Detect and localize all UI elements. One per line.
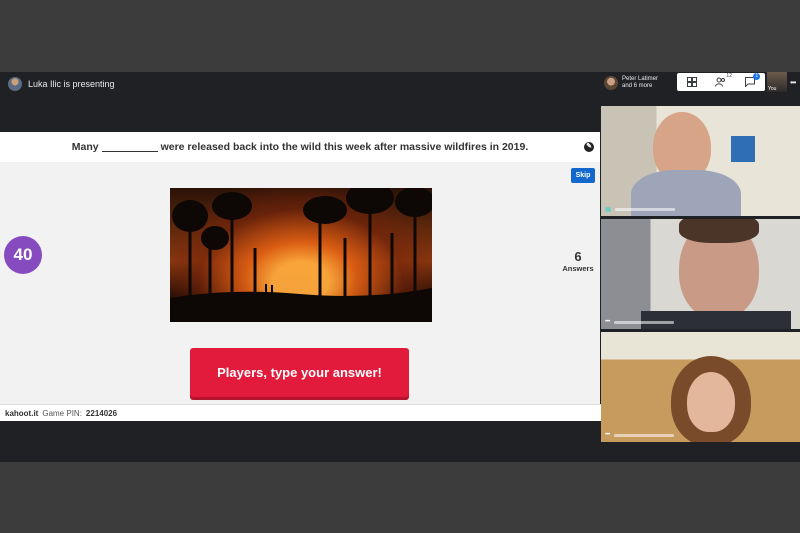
participants-summary[interactable]: Peter Latimer and 6 more	[604, 73, 676, 93]
participant-video-tile[interactable]: •••	[601, 219, 800, 329]
tile-mic-indicator: •••	[605, 319, 674, 325]
question-type-icon: ✎	[584, 142, 594, 152]
question-text-end: were released back into the wild this we…	[160, 141, 529, 153]
meeting-toolbar: 12 1	[677, 73, 765, 91]
grid-icon	[686, 77, 697, 87]
self-label: You	[768, 86, 777, 92]
presenter-indicator: Luka Ilic is presenting	[8, 74, 115, 94]
participant-count: 12	[726, 73, 732, 79]
answers-label: Answers	[562, 264, 594, 273]
presenter-text: Luka Ilic is presenting	[28, 79, 115, 89]
chat-badge: 1	[753, 73, 761, 80]
question-bar: Many were released back into the wild th…	[0, 132, 600, 162]
participant-hair	[679, 219, 759, 243]
participants-summary-name: Peter Latimer	[622, 76, 659, 82]
skip-button[interactable]: Skip	[571, 168, 595, 183]
meet-window: Luka Ilic is presenting Peter Latimer an…	[0, 72, 800, 462]
kahoot-brand: kahoot.it	[5, 408, 39, 418]
tile-mic-indicator: ▮▮	[605, 206, 675, 213]
question-image-wildfire	[170, 188, 432, 322]
presenter-avatar	[8, 77, 22, 91]
type-answer-prompt: Players, type your answer!	[190, 348, 409, 397]
question-text-start: Many	[71, 141, 99, 153]
participant-figure	[687, 372, 735, 432]
participant-video-tile[interactable]: ▮▮	[601, 106, 800, 216]
participant-avatar	[604, 76, 618, 90]
game-pin-label: Game PIN:	[42, 408, 82, 418]
question-blank	[101, 142, 158, 152]
answers-counter: 6 Answers	[556, 250, 600, 274]
shared-screen: Many were released back into the wild th…	[0, 132, 605, 421]
more-options-icon[interactable]: •••	[790, 78, 796, 87]
layout-button[interactable]	[686, 76, 698, 88]
answers-count: 6	[574, 249, 582, 264]
game-pin: 2214026	[85, 408, 118, 418]
participants-summary-more: and 6 more	[622, 83, 653, 89]
participant-video-tile[interactable]: •••	[601, 332, 800, 442]
people-button[interactable]: 12	[715, 73, 732, 88]
tile-mic-indicator: •••	[605, 432, 674, 438]
countdown-timer: 40	[4, 236, 42, 274]
self-view-thumbnail[interactable]: You	[767, 72, 787, 92]
kahoot-footer: kahoot.it Game PIN: 2214026	[0, 404, 605, 421]
chat-button[interactable]: 1	[744, 73, 761, 88]
wall-picture	[731, 136, 755, 162]
people-icon	[715, 77, 726, 87]
